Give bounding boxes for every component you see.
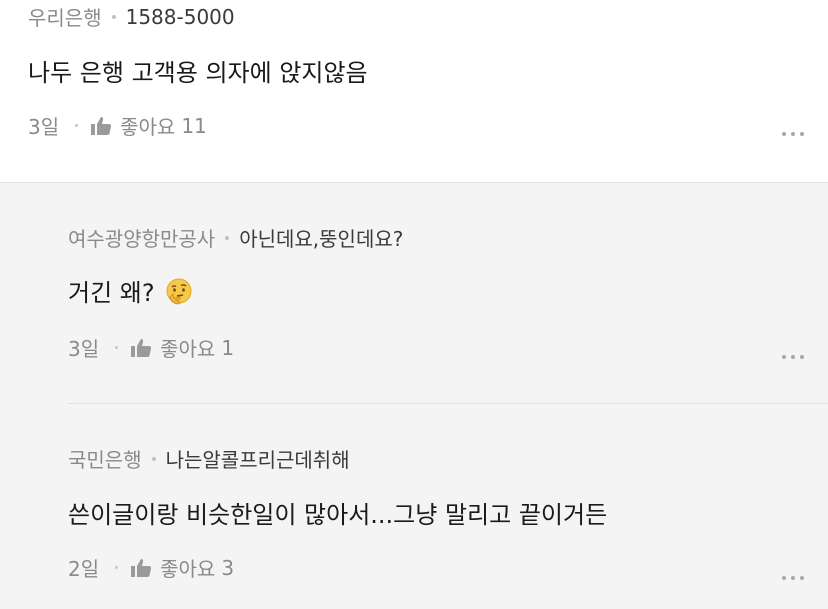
reply-text-row: 거긴 왜? bbox=[68, 273, 194, 308]
like-button[interactable]: 좋아요 11 bbox=[90, 111, 207, 140]
comment-age: 3일 bbox=[28, 115, 60, 139]
comment-author-subtitle: 1588-5000 bbox=[125, 4, 235, 29]
reply-author-subtitle: 나는알콜프리근데취해 bbox=[165, 448, 350, 472]
reply-section: 여수광양항만공사 아닌데요,뚱인데요? 거긴 왜? 3일 좋아요 1 국민은행 … bbox=[0, 182, 828, 609]
separator-dot bbox=[115, 566, 119, 569]
reply-meta: 국민은행 나는알콜프리근데취해 bbox=[68, 444, 350, 473]
reply-actions: 2일 좋아요 3 bbox=[68, 553, 234, 582]
more-options-icon[interactable] bbox=[780, 351, 806, 363]
reply-text: 쓴이글이랑 비슷한일이 많아서...그냥 말리고 끝이거든 bbox=[68, 501, 608, 529]
thumbs-up-icon bbox=[91, 116, 112, 135]
reply-meta: 여수광양항만공사 아닌데요,뚱인데요? bbox=[68, 223, 403, 252]
like-label: 좋아요 bbox=[120, 115, 176, 139]
like-label: 좋아요 bbox=[160, 557, 216, 581]
more-options-icon[interactable] bbox=[780, 572, 806, 584]
separator-dot bbox=[111, 14, 116, 19]
reply-item: 여수광양항만공사 아닌데요,뚱인데요? 거긴 왜? 3일 좋아요 1 bbox=[68, 183, 828, 401]
thumbs-up-icon bbox=[131, 558, 152, 577]
comment-text: 나두 은행 고객용 의자에 앉지않음 bbox=[28, 59, 368, 87]
like-count: 1 bbox=[221, 335, 235, 360]
comment-item: 우리은행 1588-5000 나두 은행 고객용 의자에 앉지않음 3일 좋아요… bbox=[0, 0, 828, 182]
thumbs-up-icon bbox=[131, 338, 152, 357]
thinking-face-icon bbox=[166, 278, 192, 305]
reply-age: 3일 bbox=[68, 337, 100, 361]
more-options-icon[interactable] bbox=[780, 128, 806, 140]
separator-dot bbox=[151, 456, 156, 461]
comment-meta: 우리은행 1588-5000 bbox=[28, 2, 235, 31]
reply-author[interactable]: 여수광양항만공사 bbox=[68, 223, 215, 252]
separator-dot bbox=[75, 124, 79, 127]
reply-author[interactable]: 국민은행 bbox=[68, 444, 142, 473]
separator-dot bbox=[115, 346, 119, 349]
reply-actions: 3일 좋아요 1 bbox=[68, 333, 234, 362]
separator-dot bbox=[225, 235, 230, 240]
reply-item: 국민은행 나는알콜프리근데취해 쓴이글이랑 비슷한일이 많아서...그냥 말리고… bbox=[68, 404, 828, 609]
reply-age: 2일 bbox=[68, 557, 100, 581]
like-count: 11 bbox=[181, 113, 207, 138]
reply-author-subtitle: 아닌데요,뚱인데요? bbox=[239, 227, 404, 251]
comment-author[interactable]: 우리은행 bbox=[28, 2, 102, 31]
like-label: 좋아요 bbox=[160, 337, 216, 361]
reply-text: 거긴 왜? bbox=[68, 279, 155, 307]
comment-actions: 3일 좋아요 11 bbox=[28, 111, 207, 140]
like-button[interactable]: 좋아요 3 bbox=[130, 553, 234, 582]
like-button[interactable]: 좋아요 1 bbox=[130, 333, 234, 362]
like-count: 3 bbox=[221, 555, 235, 580]
